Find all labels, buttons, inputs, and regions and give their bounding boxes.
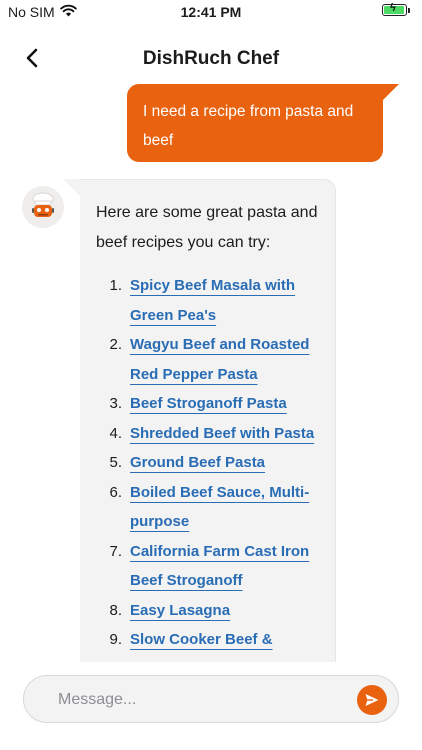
- list-item: 2. Wagyu Beef and Roasted Red Pepper Pas…: [96, 330, 319, 389]
- recipe-number: 1.: [109, 277, 122, 294]
- recipe-link[interactable]: Spicy Beef Masala with Green Pea's: [130, 271, 319, 330]
- list-item: 4. Shredded Beef with Pasta: [96, 419, 319, 449]
- recipe-link[interactable]: Ground Beef Pasta: [130, 448, 319, 478]
- list-item: 9. Slow Cooker Beef & Cheese Pasta: [96, 625, 319, 662]
- send-button[interactable]: [357, 685, 387, 715]
- user-message-bubble: I need a recipe from pasta and beef: [127, 84, 383, 162]
- status-bar: No SIM 12:41 PM ϟ: [0, 0, 422, 26]
- message-composer: [23, 675, 399, 723]
- recipe-number: 3.: [109, 395, 122, 412]
- recipe-list: 1. Spicy Beef Masala with Green Pea's 2.…: [96, 271, 319, 662]
- recipe-link[interactable]: California Farm Cast Iron Beef Stroganof…: [130, 537, 319, 596]
- list-item: 7. California Farm Cast Iron Beef Stroga…: [96, 537, 319, 596]
- list-item: 8. Easy Lasagna: [96, 596, 319, 626]
- list-item: 6. Boiled Beef Sauce, Multi-purpose: [96, 478, 319, 537]
- status-time: 12:41 PM: [180, 4, 242, 20]
- recipe-link[interactable]: Beef Stroganoff Pasta: [130, 389, 319, 419]
- bot-intro-text: Here are some great pasta and beef recip…: [96, 204, 318, 251]
- send-icon: [365, 694, 379, 706]
- status-right: ϟ: [382, 2, 410, 16]
- battery-charging-icon: ϟ: [382, 2, 407, 16]
- chef-robot-icon: [22, 186, 64, 228]
- recipe-number: 5.: [109, 454, 122, 471]
- recipe-number: 6.: [109, 483, 122, 501]
- chat-messages[interactable]: I need a recipe from pasta and beef Here…: [0, 84, 422, 662]
- chef-avatar: [22, 186, 64, 228]
- recipe-number: 8.: [109, 601, 122, 619]
- page-title: DishRuch Chef: [142, 48, 280, 69]
- recipe-link[interactable]: Easy Lasagna: [130, 596, 319, 626]
- recipe-number: 9.: [109, 631, 122, 648]
- recipe-link[interactable]: Boiled Beef Sauce, Multi-purpose: [130, 478, 319, 537]
- user-message-text: I need a recipe from pasta and beef: [143, 103, 354, 149]
- list-item: 1. Spicy Beef Masala with Green Pea's: [96, 271, 319, 330]
- list-item: 5. Ground Beef Pasta: [96, 448, 319, 478]
- recipe-link[interactable]: Slow Cooker Beef & Cheese Pasta: [130, 625, 319, 662]
- user-bubble-tail: [381, 84, 399, 102]
- list-item: 3. Beef Stroganoff Pasta: [96, 389, 319, 419]
- recipe-number: 7.: [109, 542, 122, 560]
- recipe-link[interactable]: Shredded Beef with Pasta: [130, 419, 319, 449]
- recipe-link[interactable]: Wagyu Beef and Roasted Red Pepper Pasta: [130, 330, 319, 389]
- recipe-number: 4.: [109, 424, 122, 442]
- battery-cap: [408, 7, 410, 13]
- chat-header: DishRuch Chef: [0, 40, 422, 80]
- message-input[interactable]: [58, 688, 338, 712]
- recipe-number: 2.: [109, 336, 122, 353]
- chat-screen: No SIM 12:41 PM ϟ DishRuch Chef I need a…: [0, 0, 422, 750]
- bot-message-bubble: Here are some great pasta and beef recip…: [80, 179, 336, 662]
